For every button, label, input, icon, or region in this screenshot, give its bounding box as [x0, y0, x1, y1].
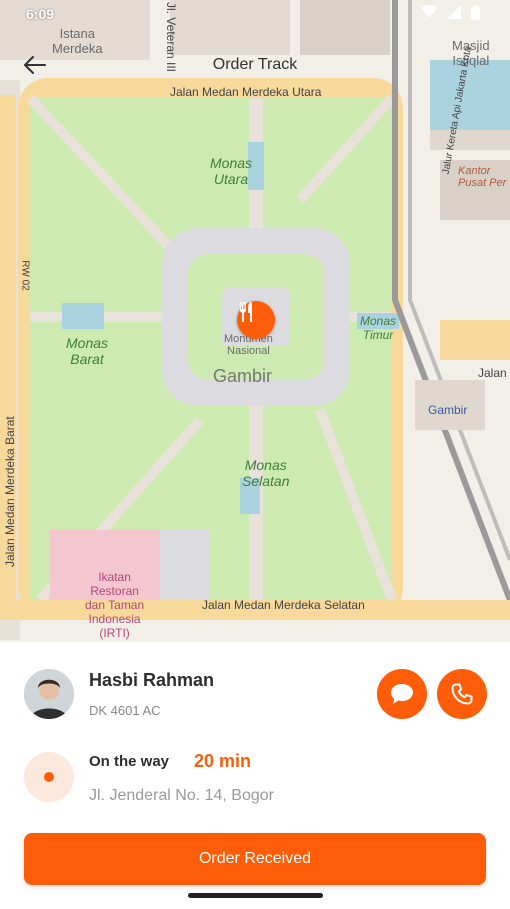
driver-card: Hasbi Rahman DK 4601 AC	[24, 669, 487, 721]
status-icons	[421, 5, 480, 20]
restaurant-marker[interactable]	[237, 301, 275, 339]
driver-name: Hasbi Rahman	[89, 670, 215, 690]
chat-button[interactable]	[377, 669, 427, 719]
map-view[interactable]: Istana Merdeka Masjid Istiqlal Jalan Med…	[0, 0, 510, 642]
battery-icon	[471, 5, 480, 20]
road-label-rw02: RW 02	[19, 260, 31, 291]
park-label-monas-selatan: Monas Selatan	[242, 457, 290, 489]
status-bar: 6:09	[0, 0, 510, 30]
home-indicator	[188, 893, 323, 898]
location-dot-icon	[24, 752, 74, 802]
call-button[interactable]	[437, 669, 487, 719]
status-time: 6:09	[26, 6, 55, 22]
order-received-button[interactable]: Order Received	[24, 833, 486, 885]
map-label-kantor-pos: Kantor Pusat Per	[458, 165, 507, 189]
status-label: On the way	[89, 753, 170, 770]
phone-icon	[451, 683, 473, 705]
order-sheet: Hasbi Rahman DK 4601 AC On the way 20 mi…	[0, 642, 510, 909]
driver-plate: DK 4601 AC	[89, 703, 161, 718]
road-label-merdeka-barat: Jalan Medan Merdeka Barat	[3, 416, 17, 567]
driver-avatar	[24, 669, 74, 719]
map-label-irti: Ikatan Restoran dan Taman Indonesia (IRT…	[85, 570, 145, 640]
road-label-merdeka-utara: Jalan Medan Merdeka Utara	[170, 85, 322, 99]
park-label-monas-utara: Monas Utara	[210, 155, 253, 187]
map-label-gambir-station: Gambir	[428, 403, 468, 417]
wifi-icon	[421, 5, 437, 18]
park-label-monas-timur: Monas Timur	[360, 314, 397, 342]
app-bar: Order Track	[0, 44, 510, 86]
road-label-merdeka-selatan: Jalan Medan Merdeka Selatan	[202, 598, 365, 612]
page-title: Order Track	[212, 56, 298, 73]
avatar-image	[24, 669, 74, 719]
signal-icon	[447, 5, 461, 19]
road-label-jalan-right: Jalan	[478, 366, 507, 380]
restaurant-icon	[240, 302, 252, 322]
delivery-address: Jl. Jenderal No. 14, Bogor	[89, 787, 274, 804]
eta-value: 20 min	[194, 751, 252, 771]
chat-icon	[391, 684, 413, 704]
park-label-monas-barat: Monas Barat	[66, 335, 109, 367]
map-label-gambir: Gambir	[213, 366, 273, 386]
delivery-status: On the way 20 min Jl. Jenderal No. 14, B…	[24, 750, 486, 810]
